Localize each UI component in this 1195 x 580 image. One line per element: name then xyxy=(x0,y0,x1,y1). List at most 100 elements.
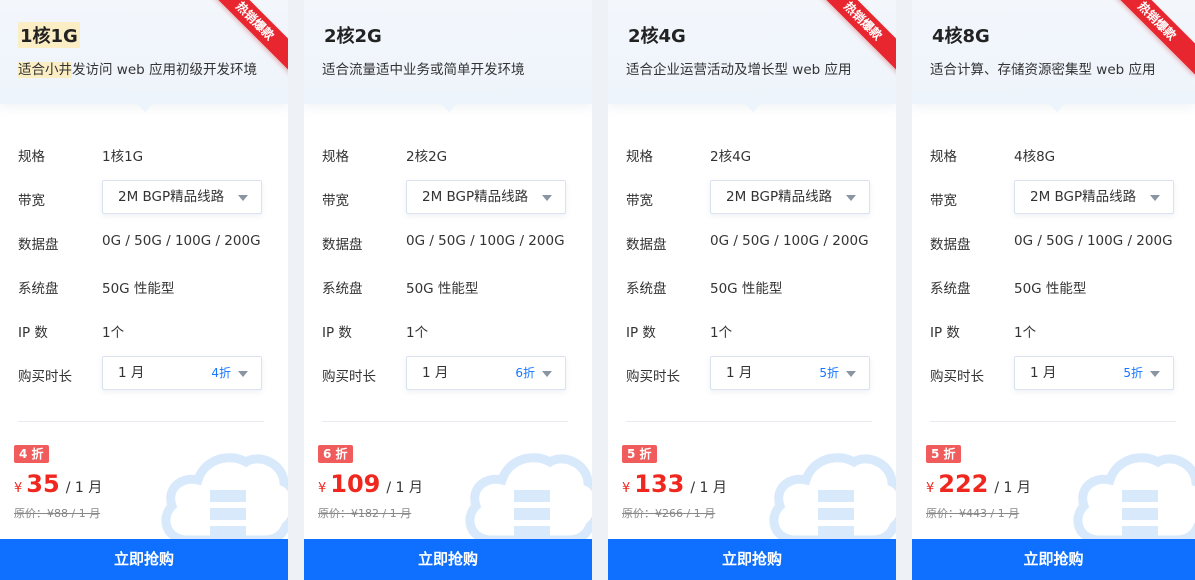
buy-now-button[interactable]: 立即抢购 xyxy=(912,539,1195,580)
datadisk-label: 数据盘 xyxy=(930,237,971,253)
original-price: 原价：¥443 / 1 月 xyxy=(926,507,1020,520)
chevron-down-icon xyxy=(238,371,248,377)
duration-select[interactable]: 1 月 6折 xyxy=(406,356,566,390)
spec-value: 2核4G xyxy=(710,149,752,165)
datadisk-value: 0G / 50G / 100G / 200G xyxy=(406,233,565,249)
bandwidth-select[interactable]: 2M BGP精品线路 xyxy=(710,180,870,214)
price: ¥109 / 1 月 xyxy=(318,470,423,498)
plan-description-highlight: 适合小井 xyxy=(18,62,72,78)
spec-label: 规格 xyxy=(322,149,349,165)
plan-description: 适合流量适中业务或简单开发环境 xyxy=(322,58,525,78)
discount-badge: 5 折 xyxy=(926,445,961,463)
plan-title: 4核8G xyxy=(932,26,990,47)
original-price: 原价：¥88 / 1 月 xyxy=(14,507,101,520)
duration-selected: 1 月 xyxy=(118,365,145,381)
bandwidth-select[interactable]: 2M BGP精品线路 xyxy=(406,180,566,214)
currency-symbol: ¥ xyxy=(14,481,23,496)
cloud-server-icon xyxy=(769,453,896,543)
cloud-server-icon xyxy=(161,453,288,543)
sysdisk-value: 50G 性能型 xyxy=(102,281,175,297)
price: ¥133 / 1 月 xyxy=(622,470,727,498)
cloud-server-icon xyxy=(465,453,592,543)
plan-description: 适合小井发访问 web 应用初级开发环境 xyxy=(18,58,257,78)
currency-symbol: ¥ xyxy=(926,481,935,496)
sysdisk-value: 50G 性能型 xyxy=(406,281,479,297)
buy-now-button[interactable]: 立即抢购 xyxy=(0,539,288,580)
spec-label: 规格 xyxy=(626,149,653,165)
price-period: / 1 月 xyxy=(690,480,727,496)
ip-value: 1个 xyxy=(406,325,429,341)
currency-symbol: ¥ xyxy=(622,481,631,496)
datadisk-value: 0G / 50G / 100G / 200G xyxy=(1014,233,1173,249)
plan-description: 适合企业运营活动及增长型 web 应用 xyxy=(626,58,852,78)
bandwidth-select[interactable]: 2M BGP精品线路 xyxy=(1014,180,1174,214)
plan-header: 2核2G 适合流量适中业务或简单开发环境 xyxy=(304,0,592,112)
discount-badge: 6 折 xyxy=(318,445,353,463)
spec-label: 规格 xyxy=(930,149,957,165)
buy-now-button[interactable]: 立即抢购 xyxy=(304,539,592,580)
duration-selected: 1 月 xyxy=(726,365,753,381)
duration-discount: 4折 xyxy=(211,366,231,380)
spec-value: 2核2G xyxy=(406,149,448,165)
plan-header: 1核1G 适合小井发访问 web 应用初级开发环境 热销爆款 xyxy=(0,0,288,112)
bandwidth-selected: 2M BGP精品线路 xyxy=(118,189,225,205)
chevron-down-icon xyxy=(1150,195,1160,201)
spec-value: 4核8G xyxy=(1014,149,1056,165)
chevron-down-icon xyxy=(1150,371,1160,377)
price: ¥35 / 1 月 xyxy=(14,470,102,498)
ip-value: 1个 xyxy=(1014,325,1037,341)
discount-badge: 5 折 xyxy=(622,445,657,463)
datadisk-value: 0G / 50G / 100G / 200G xyxy=(102,233,261,249)
sysdisk-label: 系统盘 xyxy=(322,281,363,297)
divider xyxy=(322,421,568,422)
plan-title: 2核4G xyxy=(628,26,686,47)
price-value: 35 xyxy=(26,470,60,498)
price-period: / 1 月 xyxy=(65,480,103,496)
datadisk-label: 数据盘 xyxy=(322,237,363,253)
plan-description-text: 适合计算、存储资源密集型 web 应用 xyxy=(930,62,1156,78)
chevron-down-icon xyxy=(542,371,552,377)
duration-label: 购买时长 xyxy=(626,369,680,385)
plan-header: 4核8G 适合计算、存储资源密集型 web 应用 热销爆款 xyxy=(912,0,1195,112)
sysdisk-label: 系统盘 xyxy=(626,281,667,297)
chevron-down-icon xyxy=(542,195,552,201)
plan-description: 适合计算、存储资源密集型 web 应用 xyxy=(930,58,1156,78)
bandwidth-selected: 2M BGP精品线路 xyxy=(726,189,833,205)
sysdisk-value: 50G 性能型 xyxy=(1014,281,1087,297)
bandwidth-label: 带宽 xyxy=(930,193,957,209)
ip-label: IP 数 xyxy=(322,325,352,341)
sysdisk-value: 50G 性能型 xyxy=(710,281,783,297)
duration-select[interactable]: 1 月 5折 xyxy=(710,356,870,390)
ip-value: 1个 xyxy=(710,325,733,341)
price-period: / 1 月 xyxy=(386,480,423,496)
currency-symbol: ¥ xyxy=(318,481,327,496)
bandwidth-selected: 2M BGP精品线路 xyxy=(1030,189,1137,205)
duration-selected: 1 月 xyxy=(422,365,449,381)
bandwidth-select[interactable]: 2M BGP精品线路 xyxy=(102,180,262,214)
original-price: 原价：¥266 / 1 月 xyxy=(622,507,716,520)
chevron-down-icon xyxy=(238,195,248,201)
plan-card: 1核1G 适合小井发访问 web 应用初级开发环境 热销爆款 规格 1核1G 带宽… xyxy=(0,0,288,580)
plan-title: 1核1G xyxy=(18,22,80,48)
original-price: 原价：¥182 / 1 月 xyxy=(318,507,412,520)
price-period: / 1 月 xyxy=(994,480,1031,496)
buy-now-button[interactable]: 立即抢购 xyxy=(608,539,896,580)
ip-label: IP 数 xyxy=(626,325,656,341)
spec-value: 1核1G xyxy=(102,149,144,165)
duration-select[interactable]: 1 月 5折 xyxy=(1014,356,1174,390)
duration-label: 购买时长 xyxy=(18,369,72,385)
ip-value: 1个 xyxy=(102,325,125,341)
duration-label: 购买时长 xyxy=(322,369,376,385)
chevron-down-icon xyxy=(846,195,856,201)
plan-description-text: 适合流量适中业务或简单开发环境 xyxy=(322,62,525,78)
datadisk-label: 数据盘 xyxy=(626,237,667,253)
bandwidth-selected: 2M BGP精品线路 xyxy=(422,189,529,205)
duration-select[interactable]: 1 月 4折 xyxy=(102,356,262,390)
bandwidth-label: 带宽 xyxy=(626,193,653,209)
spec-label: 规格 xyxy=(18,149,45,165)
datadisk-label: 数据盘 xyxy=(18,237,59,253)
discount-badge: 4 折 xyxy=(14,445,49,463)
plan-description-text: 适合企业运营活动及增长型 web 应用 xyxy=(626,62,852,78)
chevron-down-icon xyxy=(846,371,856,377)
price-value: 109 xyxy=(330,470,381,498)
